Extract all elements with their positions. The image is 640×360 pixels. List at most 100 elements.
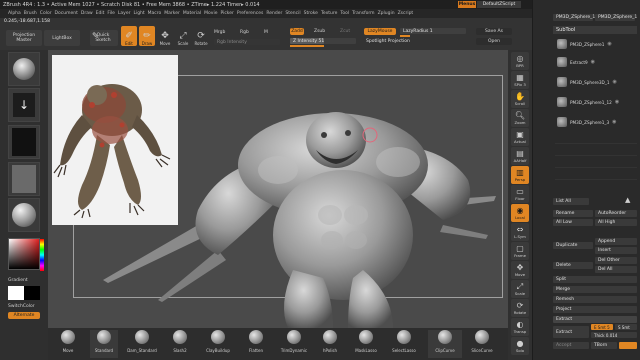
accept-button[interactable]: Accept	[553, 342, 589, 349]
autoreorder-button[interactable]: AutoReorder	[595, 210, 637, 217]
scale-view-button[interactable]: ⤢ Scale	[511, 280, 529, 298]
subtool-item[interactable]: PM3D_Sphere3D_1 ◉	[557, 74, 637, 90]
brush-standard[interactable]: Standard	[90, 330, 118, 358]
move-mode-button[interactable]: ✥ Move	[157, 26, 173, 46]
menu-zplugin[interactable]: Zplugin	[378, 11, 395, 16]
brush-flatten[interactable]: Flatten	[242, 330, 270, 358]
merge-menu[interactable]: Merge	[553, 286, 637, 293]
draw-mode-button[interactable]: ✏ Draw	[139, 26, 155, 46]
sculpt-model[interactable]	[48, 50, 508, 328]
m-toggle[interactable]: M	[264, 30, 268, 35]
spix-button[interactable]: ▦ SPix 3	[511, 71, 529, 89]
menu-zscript[interactable]: Zscript	[398, 11, 414, 16]
eye-icon[interactable]: ◉	[612, 119, 616, 125]
remesh-menu[interactable]: Remesh	[553, 296, 637, 303]
floor-button[interactable]: ▭ Floor	[511, 185, 529, 203]
rgb-intensity-slider[interactable]: Rgb Intensity	[214, 39, 280, 45]
eye-icon[interactable]: ◉	[607, 41, 611, 47]
tborn-button[interactable]: TBorn	[591, 342, 617, 349]
bpr-button[interactable]: ◎ BPR	[511, 52, 529, 70]
projection-master-button[interactable]: Projection Master	[6, 30, 42, 46]
del-other-button[interactable]: Del Other	[595, 257, 637, 264]
menu-texture[interactable]: Texture	[321, 11, 337, 16]
stroke-selector[interactable]: ↓	[8, 88, 40, 122]
hue-bar[interactable]	[40, 239, 44, 271]
split-menu[interactable]: Split	[553, 276, 637, 283]
rotate-mode-button[interactable]: ⟳ Rotate	[193, 26, 209, 46]
brush-claybuildup[interactable]: ClayBuildup	[204, 330, 232, 358]
secondary-color-swatch[interactable]	[24, 286, 40, 300]
zcut-toggle[interactable]: Zcut	[340, 29, 350, 34]
local-button[interactable]: ◉ Local	[511, 204, 529, 222]
brush-slicecurve[interactable]: SliceCurve	[468, 330, 496, 358]
subtool-item[interactable]: PM3D_ZSphere1_3 ◉	[557, 114, 637, 130]
project-menu[interactable]: Project	[553, 306, 637, 313]
menu-draw[interactable]: Draw	[81, 11, 93, 16]
menu-edit[interactable]: Edit	[96, 11, 105, 16]
all-high-button[interactable]: All High	[595, 219, 637, 226]
brush-selector[interactable]	[8, 52, 40, 86]
scroll-button[interactable]: ✋ Scroll	[511, 90, 529, 108]
rename-button[interactable]: Rename	[553, 210, 593, 217]
menu-color[interactable]: Color	[40, 11, 52, 16]
menu-preferences[interactable]: Preferences	[237, 11, 263, 16]
subtool-item[interactable]: PM3D_ZSphere1 ◉	[557, 36, 637, 52]
tool-thumb-2[interactable]: PM3D_ZSphere_1	[595, 14, 637, 21]
default-zscript-button[interactable]: DefaultZScript	[477, 1, 521, 8]
spotlight-projection-toggle[interactable]: Spotlight Projection	[366, 39, 410, 44]
brush-hpolish[interactable]: hPolish	[316, 330, 344, 358]
transp-button[interactable]: ◐ Transp	[511, 318, 529, 336]
arrow-up-icon[interactable]: ▲	[625, 196, 635, 206]
brush-clipcurve[interactable]: ClipCurve	[428, 330, 462, 358]
duplicate-button[interactable]: Duplicate	[553, 242, 593, 249]
main-color-swatch[interactable]	[8, 286, 24, 300]
zoom-button[interactable]: 🔍︎ Zoom	[511, 109, 529, 127]
list-all-button[interactable]: List All	[553, 198, 589, 205]
subtool-item[interactable]: PM3D_ZSphere1_12 ◉	[557, 94, 637, 110]
eye-icon[interactable]: ◉	[613, 79, 617, 85]
menu-transform[interactable]: Transform	[352, 11, 374, 16]
texture-selector[interactable]	[8, 162, 40, 196]
frame-button[interactable]: ▢ Frame	[511, 242, 529, 260]
menu-layer[interactable]: Layer	[118, 11, 131, 16]
eye-icon[interactable]: ◉	[591, 59, 595, 65]
menu-marker[interactable]: Marker	[164, 11, 180, 16]
menu-material[interactable]: Material	[183, 11, 201, 16]
del-all-button[interactable]: Del All	[595, 266, 637, 273]
brush-slash2[interactable]: Slash2	[166, 330, 194, 358]
all-low-button[interactable]: All Low	[553, 219, 593, 226]
rgb-toggle[interactable]: Rgb	[240, 30, 249, 35]
menu-tool[interactable]: Tool	[340, 11, 349, 16]
edit-mode-button[interactable]: ✐ Edit	[121, 26, 137, 46]
menu-brush[interactable]: Brush	[24, 11, 37, 16]
zadd-toggle[interactable]: Zadd	[290, 28, 304, 35]
e-smt-slider[interactable]: E Smt 5	[591, 324, 613, 330]
lightbox-button[interactable]: LightBox	[44, 30, 80, 46]
extract-button[interactable]: Extract	[553, 326, 589, 338]
subtool-header[interactable]: SubTool	[553, 26, 637, 34]
insert-button[interactable]: Insert	[595, 247, 637, 254]
s-smt-slider[interactable]: S Smt	[615, 324, 637, 330]
menu-alpha[interactable]: Alpha	[8, 11, 21, 16]
tborn-toggle[interactable]	[619, 342, 637, 349]
thick-slider[interactable]: Thick 0.014	[591, 332, 637, 338]
open-button[interactable]: Open	[476, 38, 512, 45]
brush-trimdynamic[interactable]: TrimDynamic	[280, 330, 308, 358]
append-button[interactable]: Append	[595, 238, 637, 245]
color-picker[interactable]	[8, 238, 44, 271]
menu-light[interactable]: Light	[133, 11, 144, 16]
rotate-view-button[interactable]: ⟳ Rotate	[511, 299, 529, 317]
lazyradius-slider[interactable]: LazyRadius 1	[400, 28, 466, 34]
menu-movie[interactable]: Movie	[204, 11, 217, 16]
brush-dam-standard[interactable]: Dam_Standard	[127, 330, 157, 358]
menu-stroke[interactable]: Stroke	[304, 11, 318, 16]
quick-sketch-button[interactable]: ✎ Quick Sketch	[90, 30, 118, 46]
lsym-button[interactable]: ⇔ L.Sym	[511, 223, 529, 241]
menu-file[interactable]: File	[107, 11, 115, 16]
menu-macro[interactable]: Macro	[148, 11, 162, 16]
brush-masklasso[interactable]: MaskLasso	[352, 330, 380, 358]
z-intensity-slider[interactable]: Z Intensity 51	[290, 38, 356, 44]
tool-thumb-1[interactable]: PM3D_ZSphere_1	[553, 14, 595, 21]
zsub-toggle[interactable]: Zsub	[314, 29, 325, 34]
subtool-item[interactable]: Extract9 ◉	[557, 54, 637, 70]
